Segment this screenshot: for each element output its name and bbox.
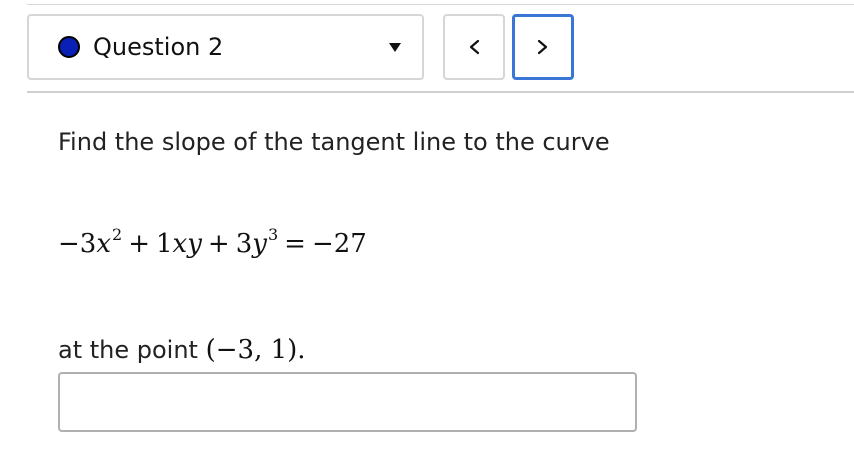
previous-question-button[interactable] (443, 14, 505, 80)
point-statement: at the point (−3, 1). (58, 332, 306, 368)
equation-variable: y (187, 229, 202, 259)
equation-variable: x (172, 229, 188, 259)
chevron-right-icon (537, 39, 548, 55)
equation-coefficient: 1 (156, 229, 173, 259)
equation-equals: = (284, 229, 306, 259)
question-status-dot (58, 36, 80, 58)
equation-operator: + (207, 229, 230, 259)
equation-sign: − (58, 229, 80, 259)
section-divider (27, 91, 854, 93)
caret-down-icon (389, 43, 401, 52)
point-prefix: at the point (58, 336, 206, 364)
equation-exponent: 3 (267, 225, 279, 244)
next-question-button[interactable] (512, 14, 574, 80)
equation-variable: x (96, 229, 112, 259)
point-coordinates: (−3, 1). (205, 335, 306, 365)
equation-exponent: 2 (112, 225, 123, 244)
equation-operator: + (128, 229, 150, 259)
chevron-left-icon (469, 39, 480, 55)
answer-input[interactable] (58, 372, 637, 432)
curve-equation: −3x2 +1xy +3y3 = −27 (58, 224, 367, 267)
question-selector[interactable]: Question 2 (27, 14, 424, 80)
equation-rhs: −27 (311, 229, 367, 259)
equation-coefficient: 3 (79, 229, 97, 259)
equation-coefficient: 3 (235, 229, 253, 259)
question-label: Question 2 (93, 33, 224, 61)
equation-variable: y (252, 229, 267, 259)
question-prompt: Find the slope of the tangent line to th… (58, 128, 610, 156)
top-divider (27, 4, 854, 5)
